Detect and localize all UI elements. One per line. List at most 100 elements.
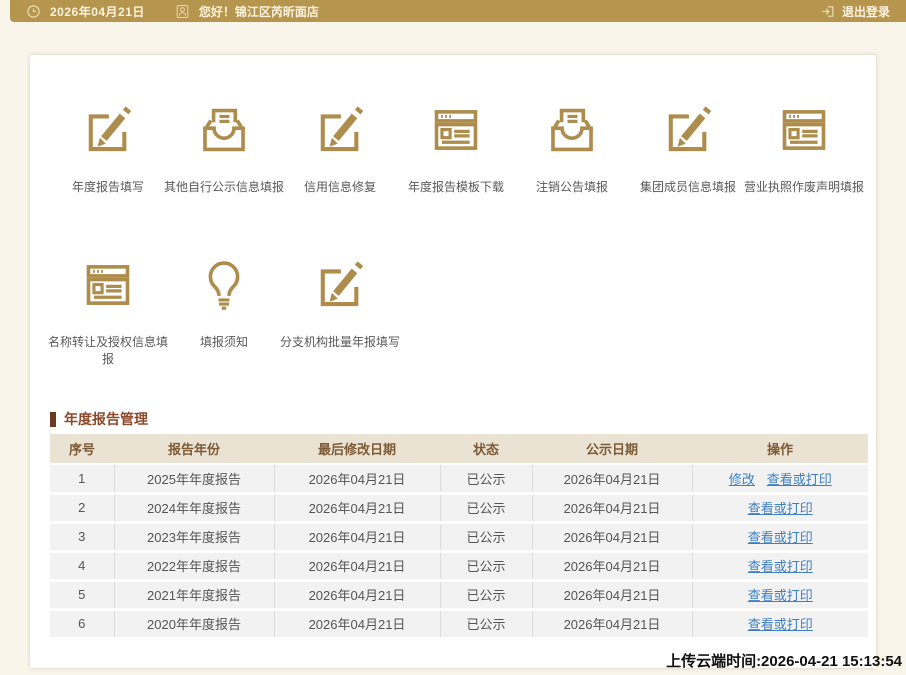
cell-status: 已公示 — [440, 493, 532, 522]
cell-status: 已公示 — [440, 522, 532, 551]
cell-publish-date: 2026年04月21日 — [532, 464, 692, 493]
view-print-link[interactable]: 查看或打印 — [748, 588, 813, 603]
cell-no: 3 — [50, 522, 114, 551]
table-header-row: 序号 报告年份 最后修改日期 状态 公示日期 操作 — [50, 434, 868, 464]
table-row: 1 2025年年度报告 2026年04月21日 已公示 2026年04月21日 … — [50, 464, 868, 493]
cell-actions: 查看或打印 — [692, 493, 868, 522]
cell-publish-date: 2026年04月21日 — [532, 580, 692, 609]
edit-square-icon — [309, 101, 371, 159]
edit-square-icon — [309, 256, 371, 314]
cell-report-year: 2023年年度报告 — [114, 522, 274, 551]
table-row: 2 2024年年度报告 2026年04月21日 已公示 2026年04月21日 … — [50, 493, 868, 522]
browser-page-icon — [425, 101, 487, 159]
shortcut-label: 营业执照作废声明填报 — [741, 179, 867, 196]
shortcut-label: 信用信息修复 — [277, 179, 403, 196]
cell-report-year: 2024年年度报告 — [114, 493, 274, 522]
table-row: 5 2021年年度报告 2026年04月21日 已公示 2026年04月21日 … — [50, 580, 868, 609]
view-print-link[interactable]: 查看或打印 — [748, 617, 813, 632]
cell-no: 5 — [50, 580, 114, 609]
table-row: 3 2023年年度报告 2026年04月21日 已公示 2026年04月21日 … — [50, 522, 868, 551]
shortcut-grid: 年度报告填写 其他自行公示信息填报 信用信息修复 年度报告模板下载 注销公告填报… — [50, 101, 862, 368]
section-header-annual-report-management: 年度报告管理 — [50, 409, 148, 429]
cell-last-modified: 2026年04月21日 — [274, 580, 440, 609]
column-header-actions: 操作 — [692, 434, 868, 464]
table-row: 6 2020年年度报告 2026年04月21日 已公示 2026年04月21日 … — [50, 609, 868, 638]
shortcut-label: 年度报告模板下载 — [393, 179, 519, 196]
upload-cloud-time-text: 上传云端时间:2026-04-21 15:13:54 — [666, 650, 902, 671]
view-print-link[interactable]: 查看或打印 — [748, 501, 813, 516]
inbox-document-icon — [193, 101, 255, 159]
topbar: 2026年04月21日 您好！锦江区芮昕面店 退出登录 — [10, 0, 906, 22]
cell-report-year: 2022年年度报告 — [114, 551, 274, 580]
edit-square-icon — [77, 101, 139, 159]
modify-link[interactable]: 修改 — [729, 472, 755, 487]
shortcut-credit-info-repair[interactable]: 信用信息修复 — [282, 101, 398, 196]
column-header-no: 序号 — [50, 434, 114, 464]
lightbulb-icon — [193, 256, 255, 314]
cell-actions: 修改查看或打印 — [692, 464, 868, 493]
shortcut-group-member-info[interactable]: 集团成员信息填报 — [630, 101, 746, 196]
cell-status: 已公示 — [440, 551, 532, 580]
shortcut-label: 分支机构批量年报填写 — [277, 334, 403, 351]
cell-no: 2 — [50, 493, 114, 522]
column-header-publish-date: 公示日期 — [532, 434, 692, 464]
cell-report-year: 2020年年度报告 — [114, 609, 274, 638]
cell-report-year: 2021年年度报告 — [114, 580, 274, 609]
cell-status: 已公示 — [440, 464, 532, 493]
cell-no: 6 — [50, 609, 114, 638]
current-date: 2026年04月21日 — [50, 3, 145, 20]
column-header-last-modified: 最后修改日期 — [274, 434, 440, 464]
shortcut-branch-batch-annual-report[interactable]: 分支机构批量年报填写 — [282, 256, 398, 368]
cell-last-modified: 2026年04月21日 — [274, 551, 440, 580]
logout-icon — [820, 4, 835, 19]
cell-report-year: 2025年年度报告 — [114, 464, 274, 493]
view-print-link[interactable]: 查看或打印 — [767, 472, 832, 487]
shortcut-label: 注销公告填报 — [509, 179, 635, 196]
clock-icon — [26, 4, 41, 19]
shortcut-name-transfer-authorization-info[interactable]: 名称转让及授权信息填报 — [50, 256, 166, 368]
view-print-link[interactable]: 查看或打印 — [748, 530, 813, 545]
shortcut-business-license-void-statement[interactable]: 营业执照作废声明填报 — [746, 101, 862, 196]
cell-publish-date: 2026年04月21日 — [532, 551, 692, 580]
inbox-document-icon — [541, 101, 603, 159]
user-icon — [175, 4, 190, 19]
cell-last-modified: 2026年04月21日 — [274, 493, 440, 522]
shortcut-label: 集团成员信息填报 — [625, 179, 751, 196]
shortcut-label: 年度报告填写 — [45, 179, 171, 196]
browser-page-icon — [773, 101, 835, 159]
shortcut-annual-report-fill[interactable]: 年度报告填写 — [50, 101, 166, 196]
view-print-link[interactable]: 查看或打印 — [748, 559, 813, 574]
cell-publish-date: 2026年04月21日 — [532, 522, 692, 551]
cell-status: 已公示 — [440, 580, 532, 609]
cell-publish-date: 2026年04月21日 — [532, 493, 692, 522]
logout-label: 退出登录 — [842, 3, 890, 20]
logout-button[interactable]: 退出登录 — [820, 3, 890, 20]
shortcut-label: 其他自行公示信息填报 — [161, 179, 287, 196]
shortcut-filling-instructions[interactable]: 填报须知 — [166, 256, 282, 368]
column-header-status: 状态 — [440, 434, 532, 464]
browser-page-icon — [77, 256, 139, 314]
cell-publish-date: 2026年04月21日 — [532, 609, 692, 638]
table-row: 4 2022年年度报告 2026年04月21日 已公示 2026年04月21日 … — [50, 551, 868, 580]
cell-actions: 查看或打印 — [692, 609, 868, 638]
cell-last-modified: 2026年04月21日 — [274, 464, 440, 493]
shortcut-other-self-publicity-info[interactable]: 其他自行公示信息填报 — [166, 101, 282, 196]
cell-status: 已公示 — [440, 609, 532, 638]
cell-last-modified: 2026年04月21日 — [274, 609, 440, 638]
cell-no: 1 — [50, 464, 114, 493]
cell-last-modified: 2026年04月21日 — [274, 522, 440, 551]
edit-square-icon — [657, 101, 719, 159]
main-content-card: 年度报告填写 其他自行公示信息填报 信用信息修复 年度报告模板下载 注销公告填报… — [30, 55, 876, 668]
cell-actions: 查看或打印 — [692, 580, 868, 609]
shortcut-annual-report-template-download[interactable]: 年度报告模板下载 — [398, 101, 514, 196]
shortcut-label: 名称转让及授权信息填报 — [45, 334, 171, 368]
section-title: 年度报告管理 — [64, 409, 148, 429]
cell-actions: 查看或打印 — [692, 522, 868, 551]
cell-actions: 查看或打印 — [692, 551, 868, 580]
section-marker — [50, 412, 56, 427]
shortcut-cancellation-notice[interactable]: 注销公告填报 — [514, 101, 630, 196]
user-greeting: 您好！锦江区芮昕面店 — [199, 3, 319, 20]
shortcut-label: 填报须知 — [161, 334, 287, 351]
column-header-report-year: 报告年份 — [114, 434, 274, 464]
cell-no: 4 — [50, 551, 114, 580]
